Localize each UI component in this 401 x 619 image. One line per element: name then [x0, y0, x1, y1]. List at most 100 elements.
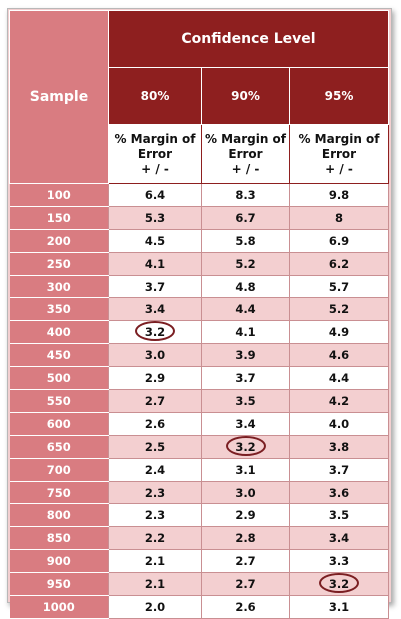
table-row: 700 2.4 3.1 3.7 [9, 457, 389, 482]
table-row: 1000 2.0 2.6 3.1 [9, 595, 389, 619]
margin-value-cell: 5.7 [289, 274, 389, 299]
table-row: 400 3.2 4.1 4.9 [9, 320, 389, 345]
level-95-header: 95% [289, 67, 389, 125]
margin-value-cell: 2.3 [108, 480, 202, 505]
margin-of-error-header-95: % Margin of Error + / - [289, 124, 389, 184]
margin-label-line: Error [137, 146, 173, 161]
margin-value-cell: 2.2 [108, 526, 202, 551]
margin-value-cell: 8.3 [201, 183, 290, 207]
table-row: 900 2.1 2.7 3.3 [9, 549, 389, 574]
sample-size-cell: 450 [9, 343, 109, 368]
table-row: 300 3.7 4.8 5.7 [9, 274, 389, 299]
margin-value-cell: 2.1 [108, 549, 202, 574]
highlight-ring [319, 573, 359, 594]
highlight-ring [225, 435, 266, 456]
margin-value-cell: 2.7 [201, 572, 290, 597]
margin-value-cell: 3.7 [201, 366, 290, 391]
margin-value-cell: 8 [289, 205, 389, 230]
table-row: 750 2.3 3.0 3.6 [9, 480, 389, 505]
margin-value-cell: 4.5 [108, 228, 202, 253]
margin-value-cell: 2.6 [201, 595, 290, 619]
table-row: 250 4.1 5.2 6.2 [9, 251, 389, 276]
margin-value-cell: 3.4 [289, 526, 389, 551]
sample-size-cell: 600 [9, 412, 109, 436]
sample-size-cell: 750 [9, 481, 109, 505]
margin-value-cell: 3.3 [289, 549, 389, 574]
highlighted-value: 3.2 [319, 573, 359, 594]
table-row: 500 2.9 3.7 4.4 [9, 366, 389, 391]
margin-value-cell: 9.8 [289, 183, 389, 207]
margin-value-cell: 3.9 [201, 343, 290, 368]
highlighted-value: 3.2 [135, 321, 175, 342]
margin-value-cell: 4.6 [289, 343, 389, 368]
table-row: 850 2.2 2.8 3.4 [9, 526, 389, 551]
margin-value-cell: 2.7 [201, 549, 290, 574]
sample-size-cell: 700 [9, 458, 109, 482]
margin-value-cell: 2.9 [108, 366, 202, 391]
table-row: 100 6.4 8.3 9.8 [9, 183, 389, 207]
sample-size-cell: 300 [9, 275, 109, 299]
margin-value-cell: 4.2 [289, 389, 389, 413]
margin-label-line: % Margin of [114, 131, 196, 146]
margin-value-cell: 4.0 [289, 411, 389, 436]
sample-size-cell: 200 [9, 229, 109, 253]
table-row: 150 5.3 6.7 8 [9, 205, 389, 230]
margin-label-line: % Margin of [204, 131, 287, 146]
margin-value-cell: 3.0 [201, 480, 290, 505]
sample-column-header: Sample [9, 10, 109, 184]
table-row: 450 3.0 3.9 4.6 [9, 343, 389, 368]
margin-value-cell: 5.8 [201, 228, 290, 253]
margin-value-cell: 3.5 [289, 503, 389, 528]
sample-size-cell: 150 [9, 206, 109, 230]
level-90-header: 90% [201, 67, 290, 125]
margin-value-cell: 3.1 [201, 457, 290, 482]
margin-value-cell: 2.5 [108, 434, 202, 459]
margin-value-cell: 2.3 [108, 503, 202, 528]
margin-value-cell: 4.1 [201, 320, 290, 345]
table-row: 200 4.5 5.8 6.9 [9, 228, 389, 253]
margin-value-cell: 3.4 [201, 411, 290, 436]
margin-value-cell: 3.4 [108, 297, 202, 322]
confidence-level-header: Confidence Level [108, 10, 389, 68]
margin-value-cell: 4.4 [289, 366, 389, 391]
margin-value-cell: 3.1 [289, 595, 389, 619]
sample-size-cell: 1000 [9, 595, 109, 619]
table-row: 550 2.7 3.5 4.2 [9, 389, 389, 413]
margin-value-cell: 2.8 [201, 526, 290, 551]
margin-of-error-header-80: % Margin of Error + / - [108, 124, 202, 184]
margin-value-cell: 5.2 [201, 251, 290, 276]
margin-label-line: + / - [325, 161, 353, 176]
margin-value-cell: 4.1 [108, 251, 202, 276]
margin-value-cell: 6.2 [289, 251, 389, 276]
sample-size-cell: 400 [9, 320, 109, 345]
margin-label-line: + / - [141, 161, 169, 176]
level-80-header: 80% [108, 67, 202, 125]
margin-value-cell: 2.9 [201, 503, 290, 528]
margin-of-error-header-90: % Margin of Error + / - [201, 124, 290, 184]
margin-value-cell: 2.4 [108, 457, 202, 482]
margin-value-cell: 3.2 [108, 320, 202, 345]
margin-value-cell: 2.6 [108, 411, 202, 436]
margin-value-cell: 3.5 [201, 389, 290, 413]
margin-label-line: Error [228, 146, 263, 161]
highlight-ring [135, 321, 175, 342]
table-row: 950 2.1 2.7 3.2 [9, 572, 389, 597]
sample-size-cell: 650 [9, 435, 109, 459]
sample-size-cell: 100 [9, 183, 109, 207]
sample-size-cell: 950 [9, 572, 109, 597]
margin-label-line: % Margin of [298, 131, 380, 146]
margin-value-cell: 3.2 [201, 434, 290, 459]
margin-value-cell: 3.8 [289, 434, 389, 459]
margin-value-cell: 5.2 [289, 297, 389, 322]
table-row: 350 3.4 4.4 5.2 [9, 297, 389, 322]
margin-of-error-table: Sample Confidence Level 80% 90% 95% % Ma… [9, 10, 389, 619]
margin-value-cell: 6.9 [289, 228, 389, 253]
margin-value-cell: 5.3 [108, 205, 202, 230]
margin-value-cell: 3.2 [289, 572, 389, 597]
table-row: 650 2.5 3.2 3.8 [9, 434, 389, 459]
margin-value-cell: 2.7 [108, 389, 202, 413]
highlighted-value: 3.2 [225, 435, 266, 456]
sample-size-cell: 350 [9, 297, 109, 322]
margin-value-cell: 2.0 [108, 595, 202, 619]
margin-label-line: Error [321, 146, 357, 161]
